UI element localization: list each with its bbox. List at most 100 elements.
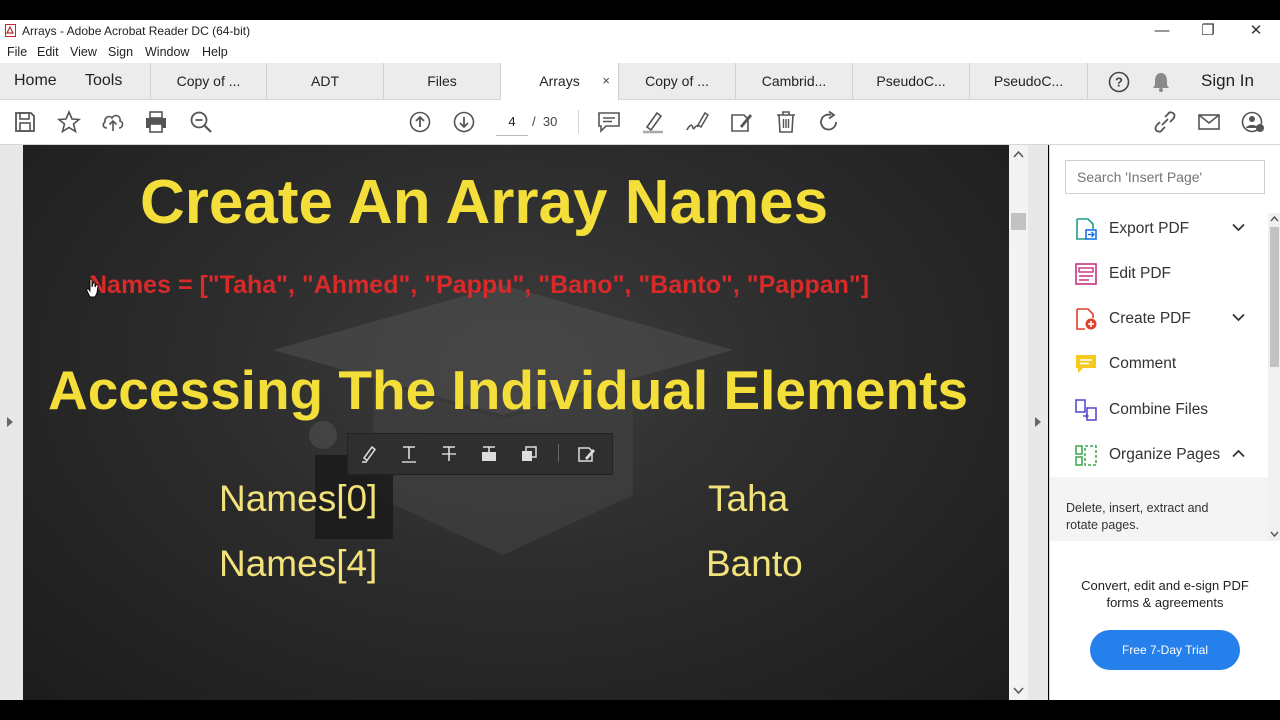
left-panel-toggle[interactable]: [0, 145, 23, 700]
menu-edit[interactable]: Edit: [37, 45, 59, 59]
window-title: Arrays - Adobe Acrobat Reader DC (64-bit…: [22, 24, 251, 38]
svg-text:?: ?: [1115, 75, 1123, 90]
array-declaration: Names = ["Taha", "Ahmed", "Pappu", "Bano…: [89, 271, 870, 299]
tab-document[interactable]: Files: [384, 63, 501, 99]
restore-button[interactable]: ❐: [1185, 20, 1231, 42]
share-link-icon[interactable]: [1152, 109, 1178, 135]
menu-window[interactable]: Window: [145, 45, 189, 59]
expand-left-panel-icon[interactable]: [6, 417, 14, 427]
acrobat-icon: [5, 24, 16, 37]
free-trial-button[interactable]: Free 7-Day Trial: [1090, 630, 1240, 670]
export-pdf-icon: [1076, 218, 1097, 240]
tools-pane-scrollbar[interactable]: [1268, 213, 1280, 541]
close-tab-icon[interactable]: ×: [602, 63, 610, 99]
strikethrough-text-icon[interactable]: [439, 444, 459, 464]
window-title-bar: Arrays - Adobe Acrobat Reader DC (64-bit…: [0, 20, 1280, 42]
document-scrollbar[interactable]: [1009, 145, 1028, 700]
combine-files-icon: [1075, 399, 1097, 421]
chevron-up-icon[interactable]: [1232, 445, 1245, 461]
fill-sign-icon[interactable]: [728, 109, 754, 135]
tools-tab[interactable]: Tools: [85, 63, 122, 99]
bottom-letterbox: [0, 700, 1280, 720]
print-icon[interactable]: [143, 109, 169, 135]
replace-text-icon[interactable]: [479, 444, 499, 464]
tab-label: PseudoC...: [876, 73, 946, 89]
tool-label: Organize Pages: [1109, 446, 1221, 463]
menu-view[interactable]: View: [70, 45, 97, 59]
tool-label: Create PDF: [1109, 310, 1191, 327]
scroll-up-icon[interactable]: [1013, 150, 1024, 158]
help-icon[interactable]: ?: [1108, 71, 1130, 93]
scroll-up-icon[interactable]: [1270, 215, 1279, 222]
menu-file[interactable]: File: [7, 45, 27, 59]
tool-label: Edit PDF: [1109, 265, 1172, 282]
organize-pages-panel: Delete, insert, extract and rotate pages…: [1050, 477, 1268, 541]
upload-cloud-icon[interactable]: [100, 109, 126, 135]
tool-label: Export PDF: [1109, 220, 1190, 237]
copy-text-icon[interactable]: [519, 444, 539, 464]
array-element-value: Taha: [708, 478, 789, 519]
tab-document[interactable]: PseudoC...: [853, 63, 970, 99]
insert-page-search-input[interactable]: [1065, 160, 1265, 194]
edit-text-icon[interactable]: [576, 444, 596, 464]
chevron-down-icon[interactable]: [1232, 309, 1245, 325]
delete-icon[interactable]: [773, 109, 799, 135]
slide-heading: Accessing The Individual Elements: [48, 359, 968, 421]
menu-sign[interactable]: Sign: [108, 45, 133, 59]
total-pages: 30: [542, 114, 558, 129]
zoom-out-icon[interactable]: [188, 109, 214, 135]
array-element-value: Banto: [706, 543, 803, 584]
tab-label: ADT: [311, 73, 339, 89]
slide-title: Create An Array Names: [140, 168, 829, 237]
email-icon[interactable]: [1196, 109, 1222, 135]
notification-bell-icon[interactable]: [1150, 71, 1172, 93]
array-index-expression: Names[4]: [219, 543, 378, 584]
bookmark-star-icon[interactable]: [56, 109, 82, 135]
highlight-text-icon[interactable]: [359, 444, 379, 464]
tab-document-active[interactable]: Arrays ×: [501, 63, 619, 100]
toolbar-divider: [558, 444, 559, 462]
right-panel-toggle[interactable]: [1028, 145, 1048, 700]
promo-text: Convert, edit and e-sign PDF forms & agr…: [1081, 578, 1249, 610]
draw-sign-icon[interactable]: [684, 109, 710, 135]
hand-cursor-icon: [86, 278, 99, 298]
create-pdf-icon: [1076, 308, 1097, 330]
tab-label: Files: [427, 73, 457, 89]
organize-pages-icon: [1075, 445, 1097, 466]
comment-icon[interactable]: [596, 109, 622, 135]
organize-pages-description: Delete, insert, extract and rotate pages…: [1066, 501, 1209, 532]
array-index-expression: Names[0]: [219, 478, 378, 519]
previous-page-icon[interactable]: [407, 109, 433, 135]
home-tab[interactable]: Home: [14, 63, 57, 99]
highlight-icon[interactable]: [640, 109, 666, 135]
menu-help[interactable]: Help: [202, 45, 228, 59]
close-window-button[interactable]: ✕: [1233, 20, 1279, 42]
minimize-button[interactable]: —: [1139, 20, 1185, 42]
toolbar: 4 / 30: [0, 100, 1280, 145]
rotate-icon[interactable]: [816, 109, 842, 135]
share-user-icon[interactable]: [1240, 109, 1266, 135]
tab-bar: Home Tools Copy of ... ADT Files Arrays ×…: [0, 63, 1280, 100]
tab-label: Arrays: [539, 73, 580, 89]
scrollbar-thumb[interactable]: [1011, 213, 1026, 230]
tool-label: Combine Files: [1109, 401, 1209, 418]
tab-document[interactable]: Copy of ...: [619, 63, 736, 99]
page-number-input[interactable]: 4: [496, 109, 528, 136]
tab-document[interactable]: Cambrid...: [736, 63, 853, 99]
scroll-down-icon[interactable]: [1270, 531, 1279, 538]
underline-text-icon[interactable]: [399, 444, 419, 464]
sign-in-link[interactable]: Sign In: [1201, 63, 1254, 99]
save-icon[interactable]: [12, 109, 38, 135]
scrollbar-thumb[interactable]: [1270, 227, 1279, 367]
next-page-icon[interactable]: [451, 109, 477, 135]
collapse-right-panel-icon[interactable]: [1034, 417, 1042, 427]
tab-document[interactable]: PseudoC...: [970, 63, 1088, 99]
chevron-down-icon[interactable]: [1232, 219, 1245, 235]
text-markup-toolbar: [347, 433, 613, 475]
comment-icon: [1076, 355, 1096, 373]
tab-document[interactable]: ADT: [267, 63, 384, 99]
scroll-down-icon[interactable]: [1013, 687, 1024, 695]
tab-label: Copy of ...: [176, 73, 241, 89]
tab-document[interactable]: Copy of ...: [150, 63, 267, 99]
page-count: / 30: [532, 109, 557, 135]
